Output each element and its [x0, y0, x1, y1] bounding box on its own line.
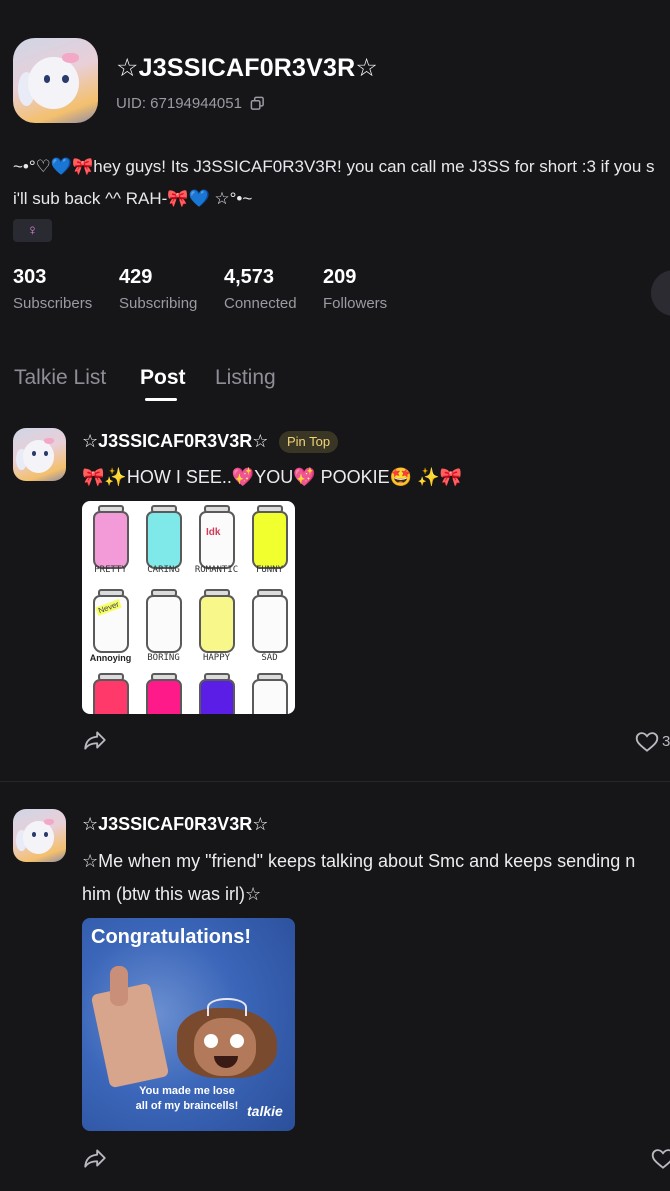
jar: [93, 679, 129, 714]
jar-label: FUNNY: [255, 565, 284, 575]
post-text-line: ☆Me when my "friend" keeps talking about…: [82, 851, 636, 871]
jar-label: Annoying: [89, 653, 132, 663]
post-author[interactable]: ☆J3SSICAF0R3V3R☆: [82, 431, 268, 452]
post-avatar[interactable]: [13, 428, 66, 481]
jar-label: CARING: [147, 565, 180, 575]
profile-avatar[interactable]: [13, 38, 98, 123]
stat-subscribing[interactable]: 429 Subscribing: [119, 266, 197, 312]
post-image[interactable]: Congratulations! You made me lose all of…: [82, 918, 295, 1131]
stat-label: Connected: [224, 295, 297, 312]
jar-label: PRETTY: [94, 565, 127, 575]
post-author[interactable]: ☆J3SSICAF0R3V3R☆: [82, 814, 268, 835]
stat-label: Subscribers: [13, 295, 93, 312]
share-icon[interactable]: [82, 1145, 108, 1171]
tiara: [207, 998, 247, 1016]
gender-badge: ♀: [13, 219, 52, 242]
profile-bio: ~•°♡💙🎀hey guys! Its J3SSICAF0R3V3R! you …: [13, 151, 670, 215]
share-icon[interactable]: [82, 727, 108, 753]
stat-value: 303: [13, 266, 47, 288]
stat-value: 209: [323, 266, 357, 288]
post-divider: [0, 781, 670, 782]
jar-label: HAPPY: [202, 653, 231, 663]
jar: [252, 595, 288, 653]
stat-subscribers[interactable]: 303 Subscribers: [13, 266, 92, 312]
pin-top-badge: Pin Top: [279, 431, 339, 453]
stat-value: 429: [119, 266, 153, 288]
jar: [146, 511, 182, 569]
jar-text-idk: Idk: [206, 527, 221, 538]
thumb-shape: [90, 982, 170, 1089]
talkie-logo: talkie: [247, 1103, 283, 1119]
post-text-line: him (btw this was irl)☆: [82, 884, 262, 904]
stat-value: 4,573: [224, 266, 275, 288]
side-action-button[interactable]: [651, 270, 670, 316]
stat-connected[interactable]: 4,573 Connected: [224, 266, 297, 312]
jar: [146, 679, 182, 714]
bio-line: ~•°♡💙🎀hey guys! Its J3SSICAF0R3V3R! you …: [13, 157, 655, 176]
tab-listing[interactable]: Listing: [215, 366, 276, 390]
meme-caption: You made me lose all of my braincells!: [135, 1085, 239, 1112]
jar-label: BORING: [147, 653, 180, 663]
meme-title: Congratulations!: [91, 926, 251, 948]
jar: [199, 511, 235, 569]
jar: [146, 595, 182, 653]
copy-icon[interactable]: [250, 96, 265, 111]
jar-label: SAD: [261, 653, 278, 663]
jar-label: ROMANTIC: [194, 565, 239, 575]
jar: [252, 679, 288, 714]
jar: [252, 511, 288, 569]
tab-post[interactable]: Post: [140, 366, 186, 390]
post-image[interactable]: Idk PRETTY CARING ROMANTIC FUNNY Never A…: [82, 501, 295, 714]
jar: [93, 511, 129, 569]
like-count: 3: [662, 733, 670, 750]
post-avatar[interactable]: [13, 809, 66, 862]
bio-line: i'll sub back ^^ RAH-🎀💙 ☆°•~: [13, 189, 253, 208]
heart-icon[interactable]: [650, 1146, 670, 1172]
thumb-finger: [110, 966, 128, 1006]
post-text: ☆Me when my "friend" keeps talking about…: [82, 845, 635, 911]
stat-label: Subscribing: [119, 295, 198, 312]
active-tab-indicator: [145, 398, 177, 401]
tab-talkie-list[interactable]: Talkie List: [14, 366, 106, 390]
stat-label: Followers: [323, 295, 388, 312]
heart-icon[interactable]: [634, 729, 660, 755]
stat-followers[interactable]: 209 Followers: [323, 266, 387, 312]
character-eye: [204, 1034, 218, 1048]
profile-username: ☆J3SSICAF0R3V3R☆: [116, 54, 379, 82]
jar: [199, 595, 235, 653]
post-text: 🎀✨HOW I SEE..💖YOU💖 POOKIE🤩 ✨🎀: [82, 467, 462, 487]
jar: [199, 679, 235, 714]
profile-uid: UID: 67194944051: [116, 95, 242, 112]
character-eye: [230, 1034, 244, 1048]
